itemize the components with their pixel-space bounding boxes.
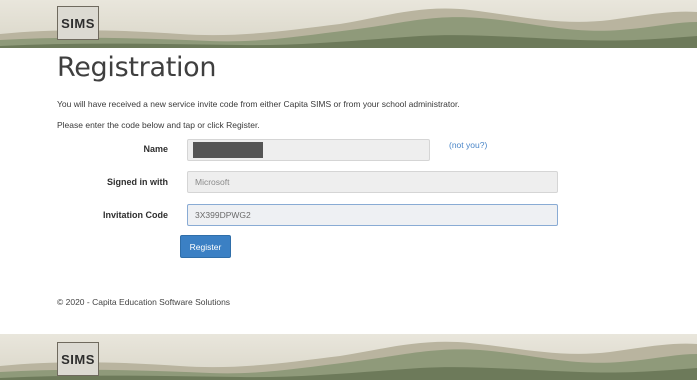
intro-text-line2: Please enter the code below and tap or c… bbox=[57, 120, 260, 130]
intro-text-line1: You will have received a new service inv… bbox=[57, 99, 460, 109]
invitation-code-label: Invitation Code bbox=[103, 210, 168, 220]
mountain-landscape-image-bottom bbox=[0, 341, 697, 380]
register-button[interactable]: Register bbox=[180, 235, 231, 258]
invitation-code-input[interactable]: 3X399DPWG2 bbox=[187, 204, 558, 226]
sims-logo[interactable]: SIMS bbox=[57, 6, 99, 40]
signed-in-field: Microsoft bbox=[187, 171, 558, 193]
signed-in-label: Signed in with bbox=[107, 177, 168, 187]
name-label: Name bbox=[143, 144, 168, 154]
not-you-link[interactable]: (not you?) bbox=[449, 140, 487, 150]
footer-banner: SIMS bbox=[0, 334, 697, 380]
header-banner: SIMS bbox=[0, 0, 697, 48]
mountain-landscape-image bbox=[0, 8, 697, 48]
copyright-footer: © 2020 - Capita Education Software Solut… bbox=[57, 297, 231, 307]
sims-logo-bottom[interactable]: SIMS bbox=[57, 342, 99, 376]
page-title: Registration bbox=[57, 52, 217, 83]
name-redacted-block bbox=[193, 142, 263, 158]
